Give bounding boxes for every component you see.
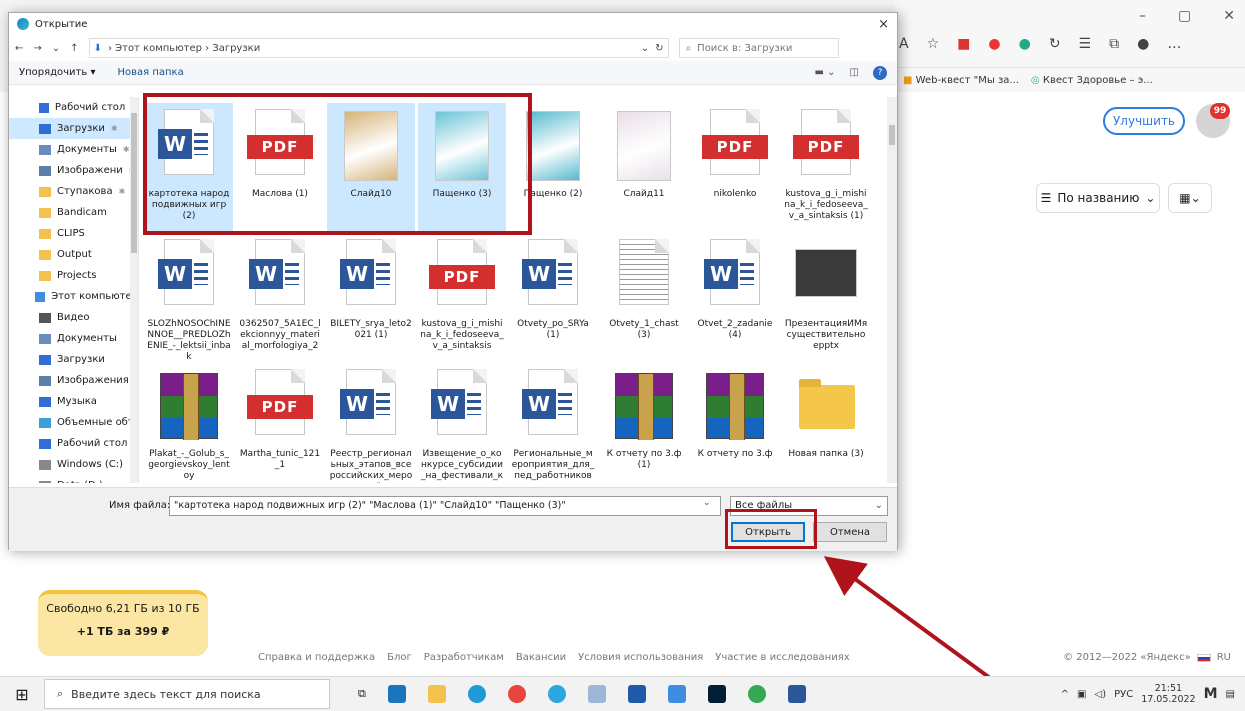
task-view-icon[interactable]: ⧉ xyxy=(358,687,366,701)
store-icon[interactable] xyxy=(387,685,406,703)
notifications-icon[interactable]: ▤ xyxy=(1226,689,1235,700)
annotation-arrow xyxy=(823,556,1037,711)
network-icon[interactable]: ▣ xyxy=(1077,689,1086,700)
edge-icon[interactable] xyxy=(467,685,486,703)
input-language[interactable]: РУС xyxy=(1114,689,1133,700)
chrome-icon[interactable] xyxy=(747,685,766,703)
clock[interactable]: 21:51 17.05.2022 xyxy=(1141,683,1195,705)
chrome-icon[interactable] xyxy=(507,685,526,703)
volume-icon[interactable]: ◁) xyxy=(1095,689,1107,700)
taskbar: ⊞ ⌕ Введите здесь текст для поиска ⧉ ^ ▣… xyxy=(0,676,1245,711)
taskbar-search[interactable]: ⌕ Введите здесь текст для поиска xyxy=(44,679,330,709)
photoshop-icon[interactable] xyxy=(707,685,726,703)
photos-icon[interactable] xyxy=(667,685,686,703)
word-icon[interactable] xyxy=(787,685,806,703)
app-icon[interactable] xyxy=(587,685,606,703)
mail-icon[interactable]: M xyxy=(1204,686,1218,702)
explorer-icon[interactable] xyxy=(427,685,446,703)
app-icon[interactable] xyxy=(627,685,646,703)
windows-start-icon[interactable]: ⊞ xyxy=(0,685,44,704)
chevron-up-icon[interactable]: ^ xyxy=(1061,689,1069,700)
search-icon: ⌕ xyxy=(57,687,64,700)
telegram-icon[interactable] xyxy=(547,685,566,703)
system-tray: ^ ▣ ◁) РУС 21:51 17.05.2022 M ▤ xyxy=(1061,683,1245,705)
